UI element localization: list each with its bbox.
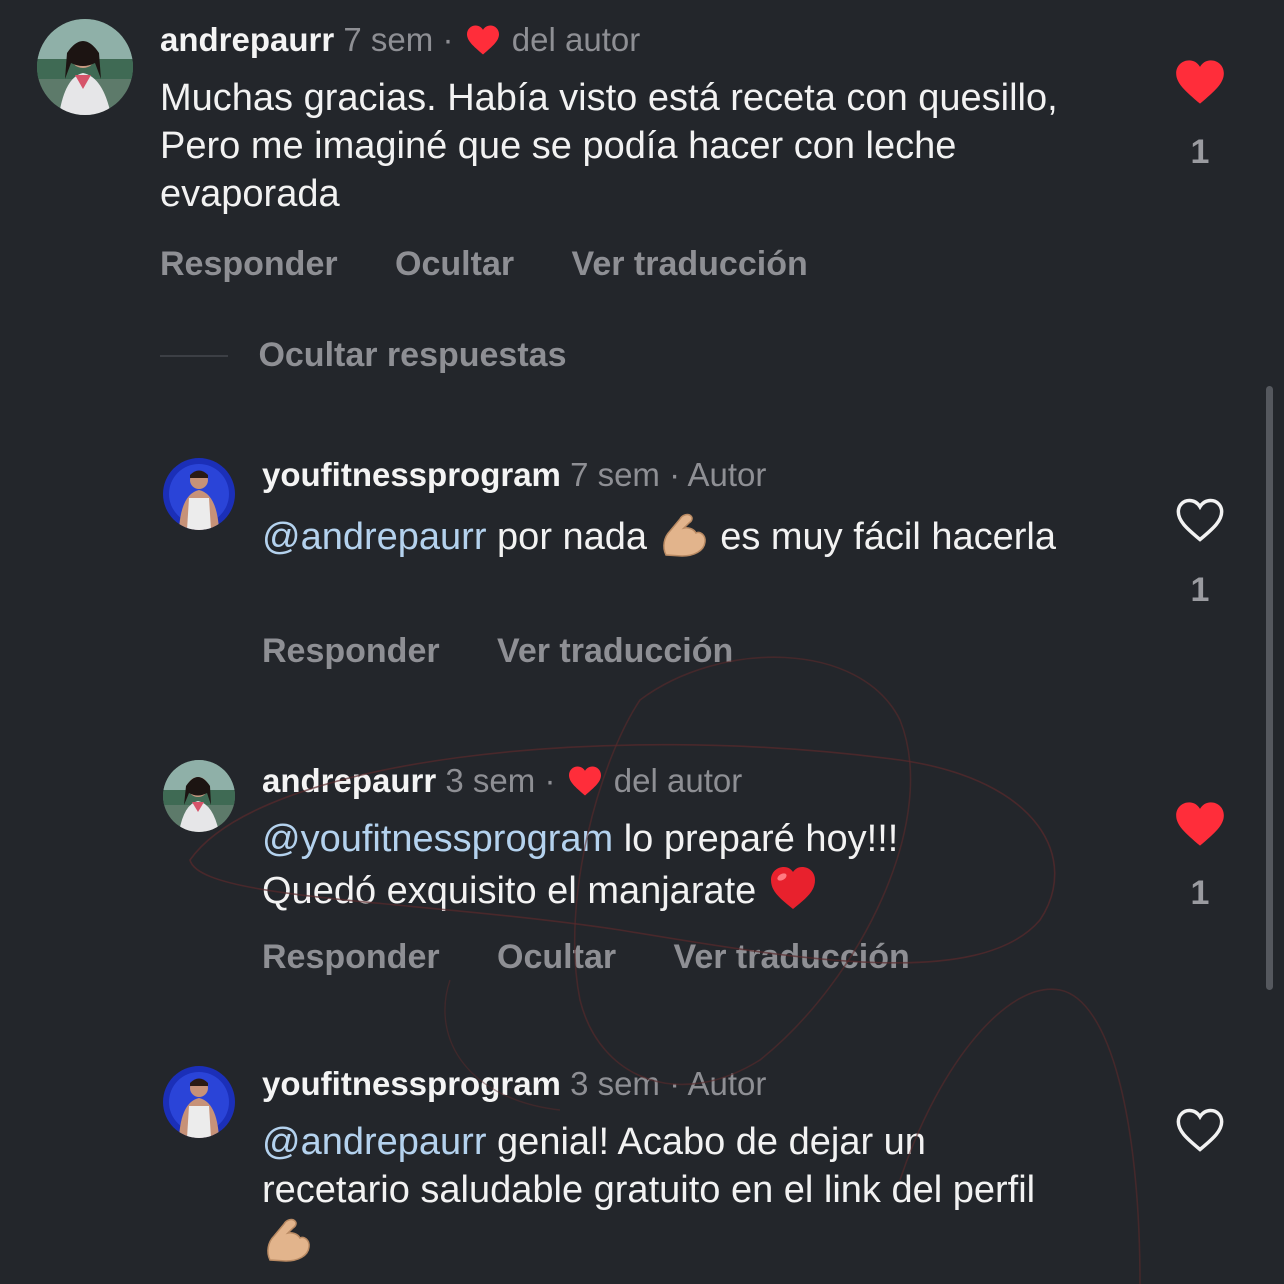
comment-text: @andrepaurr por nada es muy fácil hacerl… <box>262 509 1062 561</box>
scrollbar[interactable] <box>1266 386 1273 990</box>
like-count: 1 <box>1190 571 1210 609</box>
comment-text: @youfitnessprogram lo preparé hoy!!! Que… <box>262 815 1022 915</box>
divider <box>160 354 228 357</box>
comment-header: youfitnessprogram 3 sem · Autor <box>262 1064 766 1104</box>
avatar[interactable] <box>163 458 235 530</box>
timestamp: 7 sem <box>343 21 434 58</box>
translate-button[interactable]: Ver traducción <box>572 245 808 283</box>
translate-button[interactable]: Ver traducción <box>497 632 733 670</box>
username[interactable]: andrepaurr <box>262 762 436 799</box>
reply-button[interactable]: Responder <box>160 245 338 283</box>
comment-actions: Responder Ver traducción <box>262 631 781 671</box>
red-heart-icon <box>567 765 603 797</box>
comments-thread: andrepaurr 7 sem · del autor Muchas grac… <box>0 0 1284 1284</box>
separator: · <box>442 21 454 58</box>
username[interactable]: youfitnessprogram <box>262 456 561 493</box>
comment-text: @andrepaurr genial! Acabo de dejar un re… <box>262 1118 1082 1266</box>
text-part: por nada <box>497 516 648 558</box>
mention-link[interactable]: @youfitnessprogram <box>262 818 613 860</box>
heart-outline-icon <box>1176 1108 1224 1152</box>
text-part: es muy fácil hacerla <box>720 516 1056 558</box>
comment-header: andrepaurr 3 sem · del autor <box>262 761 742 801</box>
like-button[interactable] <box>1174 1106 1226 1154</box>
separator: · <box>544 762 556 799</box>
avatar[interactable] <box>37 19 133 115</box>
timestamp: 7 sem <box>570 456 660 493</box>
timestamp: 3 sem <box>445 762 536 799</box>
heart-filled-icon <box>1176 60 1224 104</box>
comment-actions: Responder Ocultar Ver traducción <box>160 244 856 284</box>
flexed-biceps-emoji <box>658 509 710 559</box>
username[interactable]: youfitnessprogram <box>262 1065 561 1102</box>
avatar[interactable] <box>163 760 235 832</box>
comment-text: Muchas gracias. Había visto está receta … <box>160 77 1058 215</box>
like-button[interactable] <box>1174 800 1226 848</box>
reply-button[interactable]: Responder <box>262 632 440 670</box>
author-badge: Autor <box>687 1065 767 1102</box>
hide-replies-label[interactable]: Ocultar respuestas <box>258 336 566 374</box>
translate-button[interactable]: Ver traducción <box>674 938 910 976</box>
timestamp: 3 sem <box>570 1065 660 1102</box>
mention-link[interactable]: @andrepaurr <box>262 1121 486 1163</box>
heart-filled-icon <box>1176 802 1224 846</box>
hide-button[interactable]: Ocultar <box>497 938 616 976</box>
like-button[interactable] <box>1174 496 1226 544</box>
reply-button[interactable]: Responder <box>262 938 440 976</box>
flexed-biceps-emoji <box>262 1214 314 1264</box>
comment-header: youfitnessprogram 7 sem · Autor <box>262 455 766 495</box>
avatar[interactable] <box>163 1066 235 1138</box>
username[interactable]: andrepaurr <box>160 21 334 58</box>
separator: · <box>669 1065 681 1102</box>
heart-outline-icon <box>1176 498 1224 542</box>
author-liked-badge: del autor <box>511 21 641 58</box>
like-count: 1 <box>1190 133 1210 171</box>
author-liked-badge: del autor <box>613 762 743 799</box>
like-button[interactable] <box>1174 58 1226 106</box>
comment-actions: Responder Ocultar Ver traducción <box>262 937 958 977</box>
red-heart-emoji <box>767 863 819 913</box>
mention-link[interactable]: @andrepaurr <box>262 516 486 558</box>
comment-header: andrepaurr 7 sem · del autor <box>160 20 640 60</box>
author-badge: Autor <box>687 456 767 493</box>
like-count: 1 <box>1190 874 1210 912</box>
hide-replies-toggle[interactable]: Ocultar respuestas <box>160 336 566 375</box>
hide-button[interactable]: Ocultar <box>395 245 514 283</box>
separator: · <box>669 456 681 493</box>
red-heart-icon <box>465 24 501 56</box>
